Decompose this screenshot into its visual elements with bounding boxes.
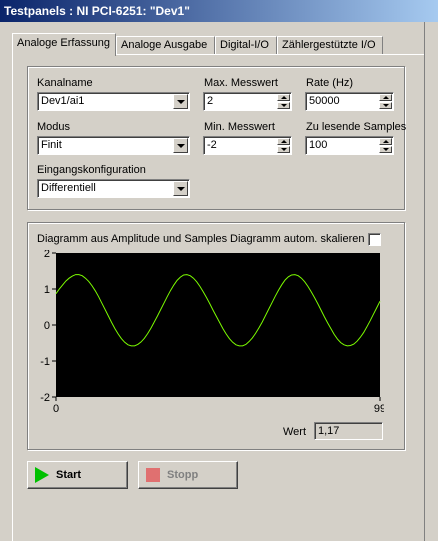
- window-title: Testpanels : NI PCI-6251: "Dev1": [0, 0, 438, 22]
- chevron-down-icon[interactable]: [173, 94, 188, 109]
- samples-value: 100: [309, 139, 328, 151]
- samples-input[interactable]: 100: [305, 136, 394, 155]
- samples-label: Zu lesende Samples: [306, 121, 407, 133]
- max-label: Max. Messwert: [204, 77, 278, 89]
- plot-area: [56, 253, 380, 397]
- input-config-label: Eingangskonfiguration: [37, 164, 146, 176]
- autoscale-label: Diagramm autom. skalieren: [230, 233, 365, 245]
- channel-select[interactable]: Dev1/ai1: [37, 92, 190, 111]
- mode-value: Finit: [41, 139, 62, 151]
- decrement-icon[interactable]: [379, 102, 392, 109]
- start-label: Start: [56, 469, 82, 481]
- mode-label: Modus: [37, 121, 71, 133]
- decrement-icon[interactable]: [277, 146, 290, 153]
- stop-icon: [146, 468, 160, 482]
- stop-label: Stopp: [167, 469, 199, 481]
- increment-icon[interactable]: [277, 138, 290, 145]
- stop-button[interactable]: Stopp: [138, 461, 238, 489]
- min-value: -2: [207, 139, 217, 151]
- x-tick-label: 99: [374, 403, 384, 415]
- rate-value: 50000: [309, 95, 340, 107]
- increment-icon[interactable]: [379, 94, 392, 101]
- y-tick-label: 0: [44, 320, 50, 332]
- decrement-icon[interactable]: [379, 146, 392, 153]
- max-spinner[interactable]: [277, 94, 290, 109]
- rate-input[interactable]: 50000: [305, 92, 394, 111]
- samples-spinner[interactable]: [379, 138, 392, 153]
- input-config-value: Differentiell: [41, 182, 96, 194]
- tab-analoge-ausgabe[interactable]: Analoge Ausgabe: [116, 36, 215, 55]
- max-input[interactable]: 2: [203, 92, 292, 111]
- autoscale-checkbox[interactable]: [368, 233, 381, 246]
- amplitude-chart: 210-1-20 99: [40, 250, 384, 415]
- value-label: Wert: [283, 426, 307, 438]
- channel-value: Dev1/ai1: [41, 95, 85, 107]
- min-spinner[interactable]: [277, 138, 290, 153]
- y-tick-label: -1: [40, 356, 50, 368]
- start-button[interactable]: Start: [27, 461, 128, 489]
- min-input[interactable]: -2: [203, 136, 292, 155]
- y-tick-label: 1: [44, 284, 50, 296]
- y-tick-label: 2: [44, 250, 50, 260]
- rate-label: Rate (Hz): [306, 77, 354, 89]
- decrement-icon[interactable]: [277, 102, 290, 109]
- play-icon: [35, 467, 49, 483]
- tab-analoge-erfassung[interactable]: Analoge Erfassung: [12, 33, 116, 56]
- min-label: Min. Messwert: [204, 121, 275, 133]
- rate-spinner[interactable]: [379, 94, 392, 109]
- play-shape: [35, 467, 49, 483]
- chevron-down-icon[interactable]: [173, 181, 188, 196]
- max-value: 2: [207, 95, 214, 107]
- input-config-select[interactable]: Differentiell: [37, 179, 190, 198]
- tab-digital-io[interactable]: Digital-I/O: [215, 36, 277, 55]
- value-display: 1,17: [314, 422, 383, 440]
- scrollbar[interactable]: [424, 22, 438, 541]
- mode-select[interactable]: Finit: [37, 136, 190, 155]
- chevron-down-icon[interactable]: [173, 138, 188, 153]
- channel-label: Kanalname: [37, 77, 93, 89]
- x-tick-label: 0: [53, 403, 59, 415]
- increment-icon[interactable]: [379, 138, 392, 145]
- y-tick-label: -2: [40, 392, 50, 404]
- graph-title: Diagramm aus Amplitude und Samples: [37, 233, 228, 245]
- tab-strip: Analoge Erfassung Analoge Ausgabe Digita…: [12, 33, 432, 56]
- value-readout: 1,17: [318, 425, 340, 437]
- tab-zaehler-io[interactable]: Zählergestützte I/O: [277, 36, 383, 55]
- increment-icon[interactable]: [277, 94, 290, 101]
